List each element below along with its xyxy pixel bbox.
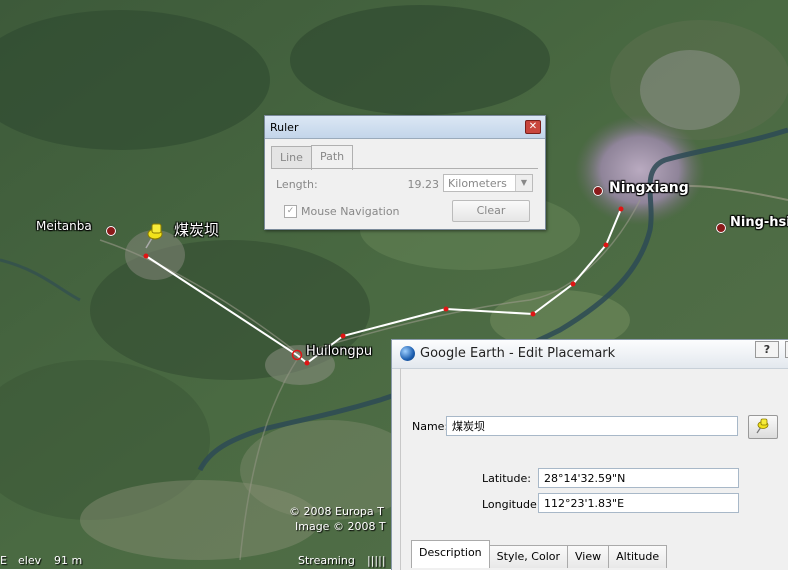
chevron-down-icon[interactable]: ▼ — [515, 175, 532, 191]
mouse-navigation-label: Mouse Navigation — [301, 205, 400, 218]
close-icon[interactable]: ✕ — [525, 120, 541, 134]
streaming-progress: ||||| — [367, 554, 386, 567]
length-value: 19.23 — [407, 178, 440, 191]
ruler-tabs: Line Path — [271, 144, 354, 170]
place-marker-ningxiang[interactable] — [593, 186, 603, 196]
edit-placemark-dialog[interactable]: Google Earth - Edit Placemark ? Name: La… — [391, 339, 788, 570]
tab-description[interactable]: Description — [411, 540, 490, 568]
place-label-meitanba[interactable]: Meitanba — [36, 219, 92, 233]
elevation-value: 91 m — [54, 554, 83, 567]
latitude-field[interactable] — [538, 468, 739, 488]
ruler-dialog[interactable]: Ruler ✕ Line Path Length: 19.23 Kilometer… — [264, 115, 546, 230]
latitude-label: Latitude: — [482, 472, 531, 485]
ruler-panel: Length: 19.23 Kilometers ▼ ✓ Mouse Navig… — [271, 168, 538, 223]
units-select[interactable]: Kilometers ▼ — [443, 174, 533, 192]
place-label-meitanba-cn[interactable]: 煤炭坝 — [174, 219, 219, 240]
name-field[interactable] — [446, 416, 738, 436]
tab-path[interactable]: Path — [310, 145, 354, 170]
elevation-label: elev — [18, 554, 42, 567]
name-label: Name: — [412, 420, 449, 433]
longitude-field[interactable] — [538, 493, 739, 513]
placemark-tabs: Description Style, Color View Altitude — [411, 540, 668, 570]
place-label-ningxiang[interactable]: Ningxiang — [609, 180, 689, 196]
help-button[interactable]: ? — [755, 341, 779, 358]
place-label-ning-hsi[interactable]: Ning-hsi — [730, 215, 788, 230]
placemark-icon-button[interactable] — [748, 415, 778, 439]
tab-style-color[interactable]: Style, Color — [488, 545, 568, 568]
pushpin-icon — [756, 418, 769, 434]
tab-line[interactable]: Line — [271, 146, 312, 169]
status-left-marker: E — [0, 554, 7, 567]
map-credit-image: Image © 2008 T — [295, 520, 386, 533]
place-marker-ning-hsi[interactable] — [716, 223, 726, 233]
google-earth-globe-icon — [400, 346, 415, 361]
streaming-label: Streaming — [298, 554, 355, 567]
tab-altitude[interactable]: Altitude — [608, 545, 668, 568]
ruler-titlebar[interactable]: Ruler ✕ — [265, 116, 545, 139]
edit-placemark-title: Google Earth - Edit Placemark — [420, 346, 616, 361]
edit-placemark-titlebar[interactable]: Google Earth - Edit Placemark ? — [392, 340, 788, 369]
place-marker-meitanba[interactable] — [106, 226, 116, 236]
units-selected: Kilometers — [448, 177, 507, 190]
clear-button[interactable]: Clear — [452, 200, 530, 222]
ruler-title: Ruler — [270, 121, 299, 134]
longitude-label: Longitude: — [482, 498, 541, 511]
length-label: Length: — [276, 178, 318, 191]
map-credit-europa: © 2008 Europa T — [289, 505, 384, 518]
tab-view[interactable]: View — [567, 545, 610, 568]
place-label-huilongpu[interactable]: Huilongpu — [306, 344, 372, 359]
mouse-navigation-checkbox[interactable]: ✓ — [284, 205, 297, 218]
